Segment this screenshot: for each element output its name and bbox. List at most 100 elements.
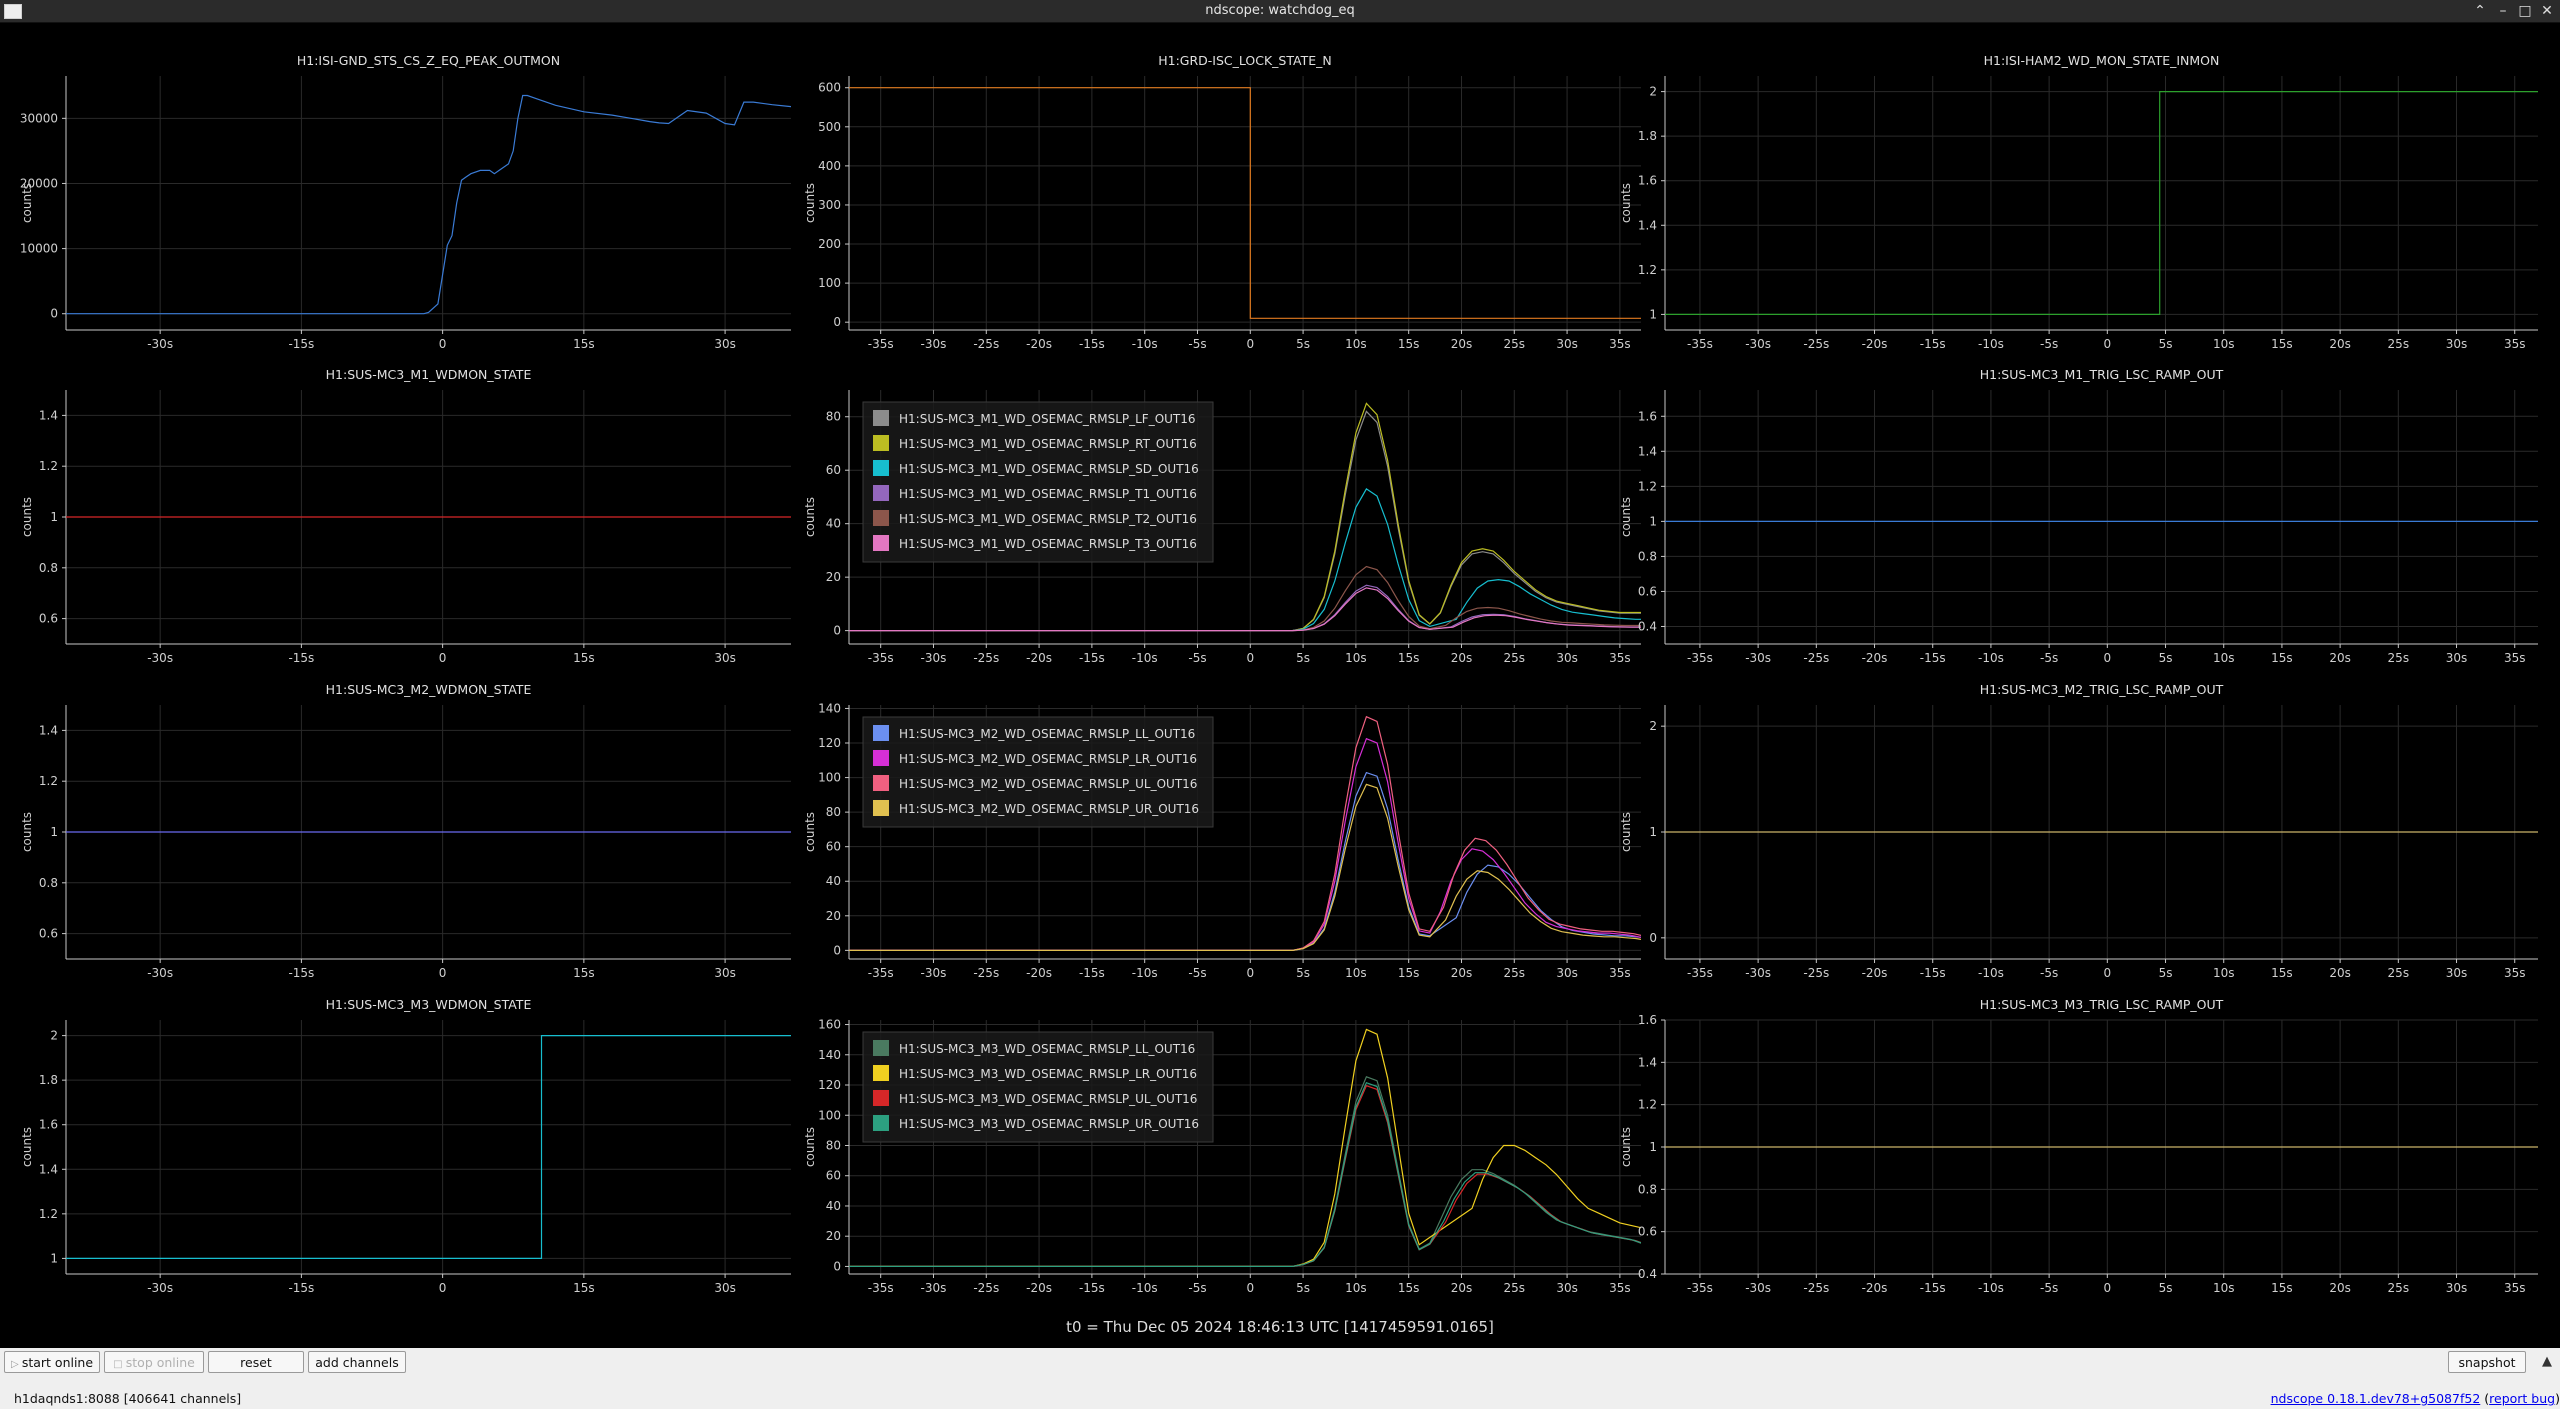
snapshot-button[interactable]: snapshot bbox=[2448, 1351, 2526, 1373]
y-tick-label: 0.6 bbox=[39, 612, 58, 626]
x-tick-label: 30s bbox=[2446, 966, 2468, 980]
x-tick-label: -20s bbox=[1862, 1281, 1888, 1295]
x-tick-label: -5s bbox=[1188, 651, 1206, 665]
plot-10[interactable]: -30s -15s 0 15s 30s 1 1.2 1.4 1.6 1.8 2 H1:SUS-MC3_… bbox=[20, 997, 791, 1295]
series-group bbox=[849, 87, 1641, 319]
x-tick-label: -25s bbox=[1803, 1281, 1829, 1295]
start-online-button[interactable]: ▷ start online bbox=[4, 1351, 100, 1373]
series-line-1 bbox=[1665, 90, 2538, 315]
maximize-icon[interactable]: □ bbox=[2515, 1, 2535, 21]
x-tick-label: 35s bbox=[1609, 337, 1631, 351]
x-tick-label: 10s bbox=[1345, 651, 1367, 665]
x-tick-label: -15s bbox=[1079, 1281, 1105, 1295]
x-tick-label: -10s bbox=[1132, 1281, 1158, 1295]
minimize-icon[interactable]: – bbox=[2493, 1, 2513, 21]
plot-11[interactable]: -35s -30s -25s -20s -15s -10s -5s 0 5s 10s 15s 20s 2… bbox=[803, 1018, 1673, 1295]
y-tick-label: 40 bbox=[826, 874, 841, 888]
x-tick-label: 35s bbox=[2504, 1281, 2526, 1295]
x-tick-label: 15s bbox=[573, 966, 595, 980]
y-tick-label: 30000 bbox=[20, 111, 58, 125]
plot-title: H1:SUS-MC3_M1_TRIG_LSC_RAMP_OUT bbox=[1980, 367, 2224, 382]
x-tick-label: -15s bbox=[1079, 651, 1105, 665]
y-tick-label: 0.8 bbox=[39, 876, 58, 890]
legend-entry: H1:SUS-MC3_M1_WD_OSEMAC_RMSLP_SD_OUT16 bbox=[899, 462, 1199, 476]
x-tick-label: -5s bbox=[2040, 1281, 2058, 1295]
x-tick-label: 35s bbox=[2504, 966, 2526, 980]
x-tick-label: -30s bbox=[1745, 337, 1771, 351]
x-tick-label: 30s bbox=[1556, 337, 1578, 351]
x-tick-label: -30s bbox=[921, 337, 947, 351]
legend-swatch bbox=[873, 510, 889, 526]
plot-9[interactable]: -35s -30s -25s -20s -15s -10s -5s 0 5s 10s 15s 20s 2… bbox=[1619, 682, 2538, 980]
t0-label: t0 = Thu Dec 05 2024 18:46:13 UTC [14174… bbox=[1066, 1318, 1494, 1336]
x-tick-label: 30s bbox=[1556, 1281, 1578, 1295]
x-tick-label: 30s bbox=[1556, 651, 1578, 665]
version-info: ndscope 0.18.1.dev78+g5087f52 (report bu… bbox=[2271, 1391, 2560, 1406]
series-group bbox=[1665, 90, 2538, 315]
plot-1[interactable]: -30s -15s 0 15s 30s0100002000030000H1:ISI-GN… bbox=[20, 53, 791, 351]
x-tick-label: -10s bbox=[1132, 337, 1158, 351]
x-tick-label: -15s bbox=[1920, 1281, 1946, 1295]
x-tick-label: 25s bbox=[1504, 966, 1526, 980]
legend-entry: H1:SUS-MC3_M3_WD_OSEMAC_RMSLP_LL_OUT16 bbox=[899, 1042, 1195, 1056]
y-tick-label: 1 bbox=[1649, 1140, 1657, 1154]
x-tick-label: 5s bbox=[2159, 966, 2173, 980]
plot-3[interactable]: -35s -30s -25s -20s -15s -10s -5s 0 5s 10s 15s 20s 2… bbox=[1619, 53, 2538, 351]
plot-6[interactable]: -35s -30s -25s -20s -15s -10s -5s 0 5s 10s 15s 20s 2… bbox=[1619, 367, 2538, 665]
plot-7[interactable]: -30s -15s 0 15s 30s 0.6 0.8 1 1.2 1.4 H1:SUS-MC3_M… bbox=[20, 682, 791, 980]
reset-button[interactable]: reset bbox=[208, 1351, 304, 1373]
x-tick-label: 5s bbox=[2159, 337, 2173, 351]
series-line-1 bbox=[849, 87, 1641, 319]
x-tick-label: -35s bbox=[868, 337, 894, 351]
plot-area[interactable]: t0 = Thu Dec 05 2024 18:46:13 UTC [14174… bbox=[0, 22, 2560, 1348]
series-line-5 bbox=[849, 565, 1641, 632]
plot-2[interactable]: -35s -30s -25s -20s -15s -10s -5s 0 5s 10s 15s 20s 2… bbox=[803, 53, 1641, 351]
x-tick-label: -30s bbox=[1745, 651, 1771, 665]
x-tick-label: -30s bbox=[1745, 1281, 1771, 1295]
x-tick-label: 15s bbox=[2271, 1281, 2293, 1295]
chevron-up-icon[interactable]: ⌃ bbox=[2470, 1, 2490, 21]
y-axis-label: counts bbox=[803, 812, 817, 852]
plot-8[interactable]: -35s -30s -25s -20s -15s -10s -5s 0 5s 10s 15s 20s 2… bbox=[803, 701, 1657, 980]
y-tick-label: 1.6 bbox=[1638, 1013, 1657, 1027]
report-bug-link[interactable]: report bug bbox=[2489, 1391, 2555, 1406]
plot-title: H1:SUS-MC3_M2_WDMON_STATE bbox=[326, 682, 532, 697]
y-tick-label: 0.6 bbox=[1638, 1225, 1657, 1239]
x-tick-label: -15s bbox=[1920, 651, 1946, 665]
stop-online-button[interactable]: □ stop online bbox=[104, 1351, 204, 1373]
x-tick-label: 30s bbox=[714, 651, 736, 665]
legend-entry: H1:SUS-MC3_M2_WD_OSEMAC_RMSLP_LL_OUT16 bbox=[899, 727, 1195, 741]
y-tick-label: 1.6 bbox=[39, 1118, 58, 1132]
plot-5[interactable]: -35s -30s -25s -20s -15s -10s -5s 0 5s 10s 15s 20s 2… bbox=[803, 390, 1657, 665]
y-tick-label: 1.2 bbox=[39, 1207, 58, 1221]
x-tick-label: 10s bbox=[1345, 966, 1367, 980]
x-tick-label: -30s bbox=[921, 966, 947, 980]
x-tick-label: 35s bbox=[1609, 1281, 1631, 1295]
x-tick-label: -15s bbox=[1079, 966, 1105, 980]
x-tick-label: 30s bbox=[714, 966, 736, 980]
plot-4[interactable]: -30s -15s 0 15s 30s 0.6 0.8 1 1.2 1.4 H1:SUS-MC3_M… bbox=[20, 367, 791, 665]
y-tick-label: 1.4 bbox=[1638, 1055, 1657, 1069]
close-icon[interactable]: ✕ bbox=[2537, 1, 2557, 21]
legend-swatch bbox=[873, 1065, 889, 1081]
x-tick-label: -15s bbox=[1920, 966, 1946, 980]
y-tick-label: 0 bbox=[1649, 931, 1657, 945]
x-tick-label: 5s bbox=[1296, 651, 1310, 665]
y-tick-label: 40 bbox=[826, 517, 841, 531]
legend-entry: H1:SUS-MC3_M1_WD_OSEMAC_RMSLP_T3_OUT16 bbox=[899, 537, 1197, 551]
y-tick-label: 0.6 bbox=[39, 927, 58, 941]
y-tick-label: 500 bbox=[818, 120, 841, 134]
y-tick-label: 400 bbox=[818, 159, 841, 173]
y-tick-label: 1.2 bbox=[1638, 263, 1657, 277]
expand-icon[interactable]: ▲ bbox=[2542, 1354, 2552, 1369]
x-tick-label: -10s bbox=[1978, 966, 2004, 980]
x-tick-label: 15s bbox=[1398, 651, 1420, 665]
version-link[interactable]: ndscope 0.18.1.dev78+g5087f52 bbox=[2271, 1391, 2481, 1406]
y-axis-label: counts bbox=[20, 183, 34, 223]
x-tick-label: -20s bbox=[1026, 1281, 1052, 1295]
y-tick-label: 80 bbox=[826, 410, 841, 424]
y-axis-label: counts bbox=[1619, 497, 1633, 537]
add-channels-button[interactable]: add channels bbox=[308, 1351, 406, 1373]
plot-12[interactable]: -35s -30s -25s -20s -15s -10s -5s 0 5s 10s 15s 20s 2… bbox=[1619, 997, 2538, 1295]
y-tick-label: 100 bbox=[818, 1108, 841, 1122]
